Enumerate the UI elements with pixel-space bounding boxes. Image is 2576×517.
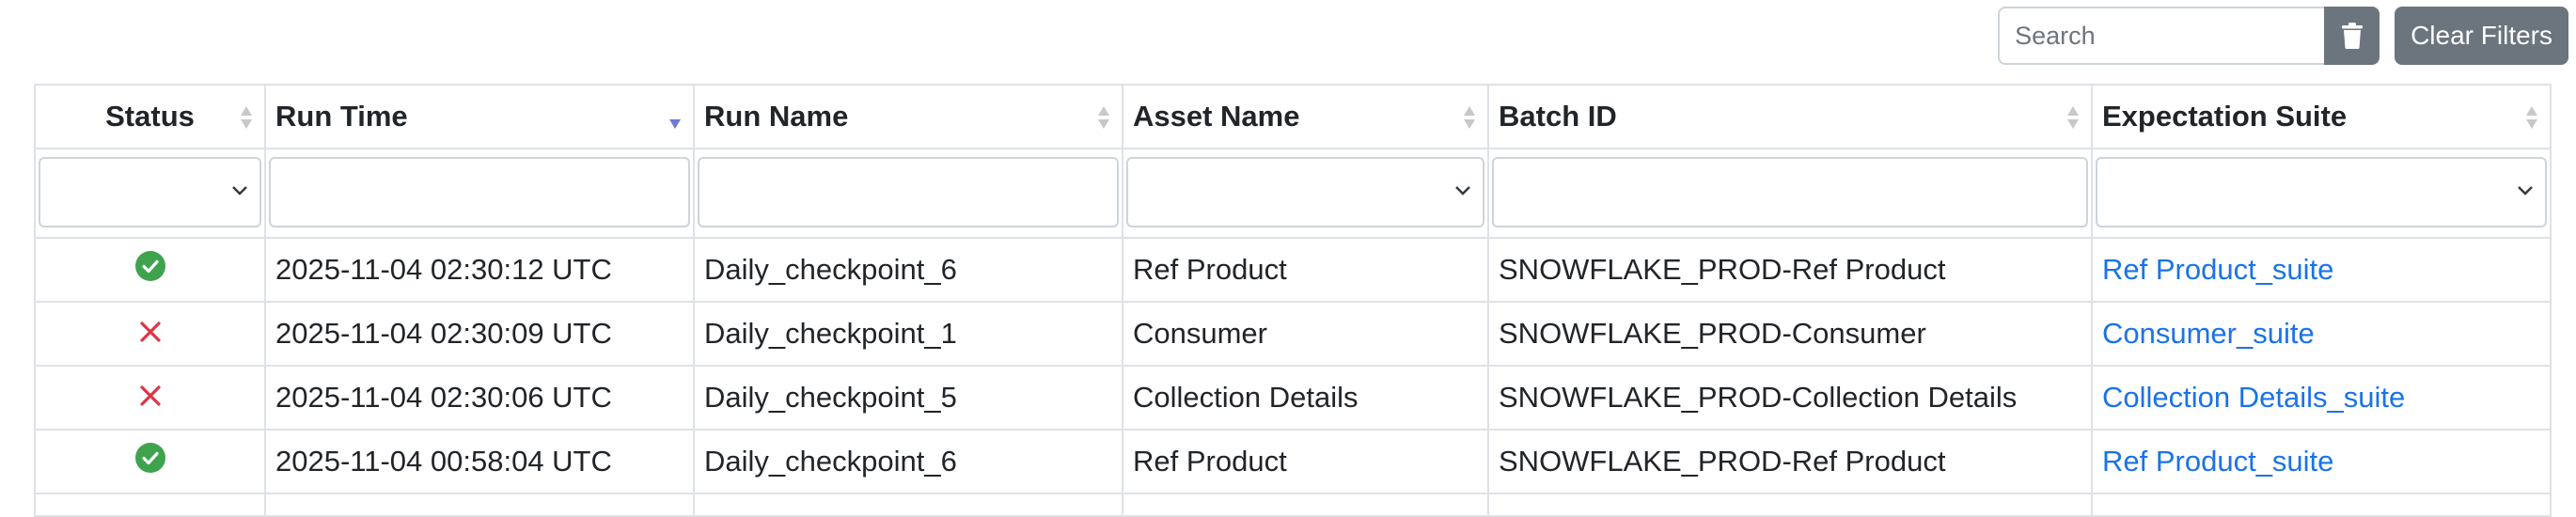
runs-table: Status Run Time Run Name Asset Name Batc… [34, 84, 2552, 517]
sort-descending-icon[interactable] [668, 104, 682, 131]
run-name-cell: Daily_checkpoint_5 [693, 365, 1123, 431]
run-time-cell: 2025-11-04 02:30:09 UTC [264, 301, 695, 367]
chevron-down-icon [1455, 185, 1470, 196]
search-group [1998, 7, 2380, 65]
column-header-asset-name[interactable]: Asset Name [1122, 84, 1489, 149]
batch-id-cell: SNOWFLAKE_PROD-Ref Product [1487, 237, 2093, 303]
column-header-label: Run Time [275, 100, 408, 133]
run-time-cell: 2025-11-04 02:30:06 UTC [264, 365, 695, 431]
run-time-cell: 2025-11-04 00:58:04 UTC [264, 429, 695, 494]
run-time-filter-input[interactable] [269, 156, 690, 227]
batch-id-cell: SNOWFLAKE_PROD-Consumer [1487, 301, 2093, 367]
table-row[interactable]: 2025-11-04 02:30:12 UTC Daily_checkpoint… [34, 237, 2552, 303]
asset-name-filter-select[interactable] [1126, 156, 1484, 227]
expectation-suite-link[interactable]: Consumer_suite [2102, 317, 2315, 350]
column-header-label: Asset Name [1133, 100, 1300, 133]
status-cell [34, 237, 266, 303]
clear-search-button[interactable] [2324, 7, 2380, 65]
asset-name-cell: Collection Details [1122, 365, 1489, 431]
column-header-label: Run Name [704, 100, 849, 133]
sort-icon[interactable] [1097, 104, 1110, 131]
batch-id-cell: SNOWFLAKE_PROD-Collection Details [1487, 365, 2093, 431]
failure-x-icon [139, 385, 161, 406]
run-name-cell: Daily_checkpoint_1 [693, 301, 1123, 367]
table-toolbar: Clear Filters [1998, 7, 2568, 65]
table-row[interactable]: 2025-11-04 02:30:06 UTC Daily_checkpoint… [34, 365, 2552, 431]
status-cell [34, 429, 266, 494]
failure-x-icon [139, 321, 161, 342]
search-input[interactable] [1998, 7, 2325, 65]
status-cell [34, 301, 266, 367]
sort-icon[interactable] [2066, 104, 2080, 131]
column-header-expectation-suite[interactable]: Expectation Suite [2091, 84, 2552, 149]
run-name-filter-input[interactable] [698, 156, 1119, 227]
run-name-cell: Daily_checkpoint_6 [693, 237, 1123, 303]
status-filter-select[interactable] [39, 156, 261, 227]
filter-row [34, 148, 2552, 239]
table-row[interactable]: 2025-11-04 02:30:09 UTC Daily_checkpoint… [34, 301, 2552, 367]
batch-id-cell: SNOWFLAKE_PROD-Ref Product [1487, 429, 2093, 494]
chevron-down-icon [2518, 185, 2533, 196]
run-name-cell: Daily_checkpoint_6 [693, 429, 1123, 494]
expectation-suite-link[interactable]: Ref Product_suite [2102, 253, 2333, 286]
asset-name-cell: Ref Product [1122, 429, 1489, 494]
asset-name-cell: Ref Product [1122, 237, 1489, 303]
column-header-run-name[interactable]: Run Name [693, 84, 1123, 149]
expectation-suite-filter-select[interactable] [2096, 156, 2547, 227]
table-row[interactable]: 2025-11-04 00:58:04 UTC Daily_checkpoint… [34, 429, 2552, 494]
expectation-suite-link[interactable]: Collection Details_suite [2102, 381, 2405, 414]
header-row: Status Run Time Run Name Asset Name Batc… [34, 84, 2552, 149]
run-time-cell: 2025-11-04 02:30:12 UTC [264, 237, 695, 303]
column-header-run-time[interactable]: Run Time [264, 84, 695, 149]
table-row-partial [34, 493, 2552, 517]
sort-icon[interactable] [240, 104, 253, 131]
expectation-suite-link[interactable]: Ref Product_suite [2102, 445, 2333, 478]
chevron-down-icon [232, 185, 247, 196]
column-header-label: Status [105, 100, 195, 133]
column-header-label: Expectation Suite [2102, 100, 2348, 133]
sort-icon[interactable] [1463, 104, 1476, 131]
trash-icon [2341, 23, 2363, 49]
asset-name-cell: Consumer [1122, 301, 1489, 367]
success-check-icon [134, 251, 165, 281]
sort-icon[interactable] [2525, 104, 2538, 131]
column-header-status[interactable]: Status [34, 84, 266, 149]
batch-id-filter-input[interactable] [1492, 156, 2088, 227]
status-cell [34, 365, 266, 431]
clear-filters-button[interactable]: Clear Filters [2395, 7, 2568, 65]
column-header-batch-id[interactable]: Batch ID [1487, 84, 2093, 149]
success-check-icon [134, 443, 165, 473]
column-header-label: Batch ID [1499, 100, 1617, 133]
